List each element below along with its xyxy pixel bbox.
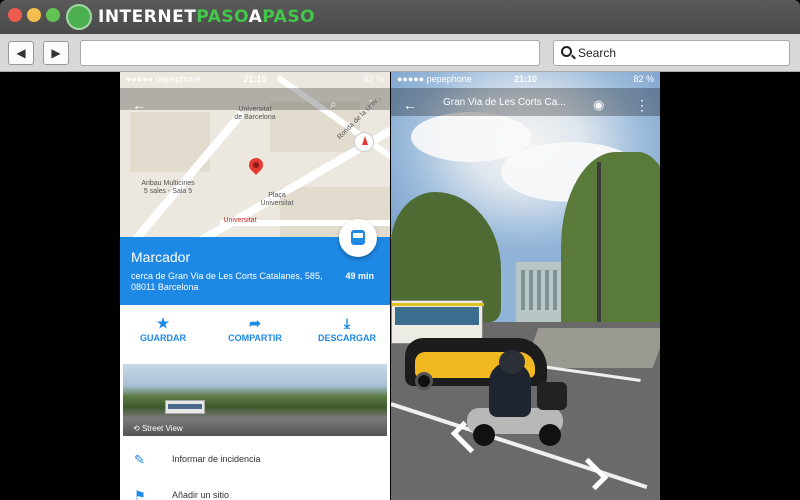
search-icon xyxy=(561,46,572,57)
street-view-phone-screen[interactable]: ●●●●● pepephone 21:10 82 % ← Gran Via de… xyxy=(391,72,660,500)
share-label: COMPARTIR xyxy=(228,333,282,343)
place-name: Marcador xyxy=(131,249,191,265)
map-label-square: Plaça Universitat xyxy=(260,192,294,207)
clock-text: 21:10 xyxy=(513,74,538,84)
compass-icon[interactable]: ◉ xyxy=(593,97,604,113)
logo-part-a: A xyxy=(248,7,263,27)
status-bar: ●●●●● pepephone 21:10 82 % xyxy=(391,72,660,88)
map-view[interactable]: ●●●●● pepephone 21:10 82 % ← ⌕ ⋮ Univers… xyxy=(120,72,390,237)
maximize-window-button[interactable] xyxy=(46,8,60,22)
map-label-university: Universitat de Barcelona xyxy=(234,106,276,121)
browser-toolbar: ◀ ▶ Search xyxy=(0,34,800,72)
compass-icon[interactable] xyxy=(354,132,374,152)
forward-button[interactable]: ▶ xyxy=(43,41,69,65)
save-label: GUARDAR xyxy=(140,333,186,343)
top-case xyxy=(537,382,567,410)
add-place-icon: ⚑ xyxy=(134,488,146,500)
forward-arrow-icon: ▶ xyxy=(51,46,61,60)
directions-transit-button[interactable] xyxy=(339,219,377,257)
place-actions-bar: ★ GUARDAR ➦ COMPARTIR ⤓ DESCARGAR xyxy=(120,305,390,362)
clock-text: 21:10 xyxy=(243,74,267,84)
travel-duration: 49 min xyxy=(345,271,374,281)
address-bar[interactable] xyxy=(80,40,540,66)
download-label: DESCARGAR xyxy=(317,333,376,343)
download-button[interactable]: ⤓ DESCARGAR xyxy=(307,315,387,343)
status-bar: ●●●●● pepephone 21:10 82 % xyxy=(120,72,390,88)
download-icon: ⤓ xyxy=(343,315,351,331)
battery-text: 82 % xyxy=(363,74,384,84)
logo-part-internet: INTERNET xyxy=(98,7,197,27)
search-placeholder: Search xyxy=(578,46,617,60)
wheel xyxy=(415,372,433,390)
trees-right xyxy=(561,152,660,342)
back-arrow-icon[interactable]: ← xyxy=(132,97,146,113)
minimize-window-button[interactable] xyxy=(27,8,41,22)
report-issue-item[interactable]: ✎ Informar de incidencia xyxy=(120,442,390,478)
back-button[interactable]: ◀ xyxy=(8,41,34,65)
street-view-thumbnail[interactable]: ⟲ Street View xyxy=(123,364,387,436)
logo-part-paso-2: PASO xyxy=(262,7,316,27)
tire xyxy=(539,424,561,446)
pencil-icon: ✎ xyxy=(134,452,145,467)
battery-text: 82 % xyxy=(633,74,654,84)
place-address: cerca de Gran Via de Les Corts Catalanes… xyxy=(131,271,323,292)
close-window-button[interactable] xyxy=(8,8,22,22)
street-view-label: ⟲ Street View xyxy=(133,424,183,433)
report-issue-label: Informar de incidencia xyxy=(172,454,261,464)
helmet xyxy=(499,350,525,374)
street-view-title: Gran Via de Les Corts Ca... xyxy=(443,97,566,108)
more-options-icon[interactable]: ⋮ xyxy=(635,97,649,114)
share-button[interactable]: ➦ COMPARTIR xyxy=(215,315,295,343)
save-button[interactable]: ★ GUARDAR xyxy=(123,315,203,343)
location-pin-icon[interactable] xyxy=(246,155,266,175)
bus-icon xyxy=(351,230,365,245)
map-label-cinema: Aribau Multicines 5 sales - Sala 5 xyxy=(141,180,195,195)
logo-part-paso: PASO xyxy=(196,7,249,27)
maps-phone-screen: ●●●●● pepephone 21:10 82 % ← ⌕ ⋮ Univers… xyxy=(120,72,390,500)
window-titlebar: INTERNETPASOAPASO xyxy=(0,0,800,34)
search-icon[interactable]: ⌕ xyxy=(330,97,337,112)
site-logo-icon xyxy=(66,4,92,30)
add-place-item[interactable]: ⚑ Añadir un sitio xyxy=(120,478,390,500)
share-icon: ➦ xyxy=(249,315,261,331)
back-arrow-icon[interactable]: ← xyxy=(403,97,417,113)
bus-in-photo xyxy=(165,400,205,414)
back-arrow-icon: ◀ xyxy=(16,46,26,60)
star-icon: ★ xyxy=(156,315,170,331)
add-place-label: Añadir un sitio xyxy=(172,490,230,500)
search-input[interactable]: Search xyxy=(553,40,790,66)
map-label-metro: Universitat xyxy=(223,217,257,224)
site-logo-text: INTERNETPASOAPASO xyxy=(98,7,315,27)
street-view-label-text: Street View xyxy=(141,424,183,433)
